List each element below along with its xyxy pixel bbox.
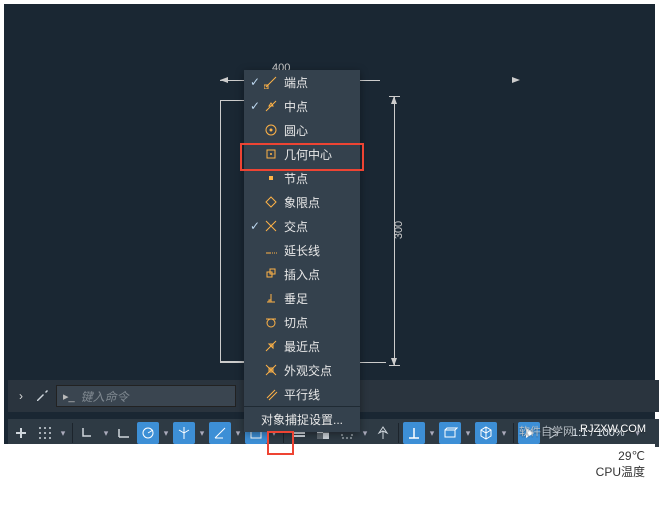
apparent-intersection-icon [262,361,280,379]
intersection-icon [262,217,280,235]
sb-3dosnap-icon[interactable] [439,422,461,444]
check-icon: ✓ [248,75,262,89]
sb-iso-dropdown[interactable]: ▾ [197,428,207,439]
menu-label: 中点 [280,98,354,115]
center-icon [262,121,280,139]
osnap-context-menu: ✓ 端点 ✓ 中点 圆心 几何中心 节点 象限点 ✓ 交点 延长线 [244,70,360,432]
sb-plus-icon[interactable] [10,422,32,444]
osnap-settings[interactable]: 对象捕捉设置... [244,406,360,432]
command-input[interactable]: ▸_ 键入命令 [56,385,236,407]
sb-viewcube-dropdown[interactable]: ▾ [499,428,509,439]
menu-label: 最近点 [280,338,354,355]
sb-gizmo-dropdown[interactable]: ▾ [427,428,437,439]
menu-label: 插入点 [280,266,354,283]
osnap-geometric-center[interactable]: 几何中心 [244,142,360,166]
sb-angle-icon[interactable] [209,422,231,444]
temperature-value: 29℃ [618,449,645,463]
menu-label: 延长线 [280,242,354,259]
perpendicular-icon [262,289,280,307]
menu-label: 对象捕捉设置... [261,411,343,428]
menu-label: 象限点 [280,194,354,211]
menu-label: 几何中心 [280,146,354,163]
parallel-icon [262,385,280,403]
osnap-quadrant[interactable]: 象限点 [244,190,360,214]
osnap-node[interactable]: 节点 [244,166,360,190]
sb-iso-icon[interactable] [173,422,195,444]
system-temp-bar: 29℃ CPU温度 [4,444,655,484]
menu-label: 外观交点 [280,362,354,379]
sb-polar-dropdown[interactable]: ▾ [161,428,171,439]
osnap-center[interactable]: 圆心 [244,118,360,142]
watermark: 软件自学网 RJZXW.COM [519,423,646,439]
menu-label: 切点 [280,314,354,331]
osnap-perpendicular[interactable]: 垂足 [244,286,360,310]
sb-selection-dropdown[interactable]: ▾ [360,428,370,439]
extension-icon [262,241,280,259]
quadrant-icon [262,193,280,211]
osnap-midpoint[interactable]: ✓ 中点 [244,94,360,118]
osnap-endpoint[interactable]: ✓ 端点 [244,70,360,94]
temperature-label: CPU温度 [596,463,645,480]
watermark-en: RJZXW.COM [580,423,646,439]
menu-label: 节点 [280,170,354,187]
sb-polar-icon[interactable] [137,422,159,444]
insert-icon [262,265,280,283]
geometric-center-icon [262,145,280,163]
sb-grid-dropdown[interactable]: ▾ [58,428,68,439]
command-expand-icon[interactable]: › [14,389,28,403]
node-icon [262,169,280,187]
check-icon: ✓ [248,219,262,233]
osnap-insert[interactable]: 插入点 [244,262,360,286]
menu-label: 垂足 [280,290,354,307]
osnap-parallel[interactable]: 平行线 [244,382,360,406]
osnap-tangent[interactable]: 切点 [244,310,360,334]
sb-ortho-dropdown[interactable]: ▾ [101,428,111,439]
osnap-nearest[interactable]: 最近点 [244,334,360,358]
sb-3dosnap-dropdown[interactable]: ▾ [463,428,473,439]
command-prompt-icon: ▸_ [63,390,75,403]
sb-ortho-icon[interactable] [77,422,99,444]
endpoint-icon [262,73,280,91]
sb-ortho2-icon[interactable] [113,422,135,444]
menu-label: 平行线 [280,386,354,403]
menu-label: 圆心 [280,122,354,139]
sb-gizmo-icon[interactable] [403,422,425,444]
menu-label: 端点 [280,74,354,91]
sb-grid-icon[interactable] [34,422,56,444]
nearest-icon [262,337,280,355]
sb-ucs-icon[interactable] [372,422,394,444]
sb-viewcube-icon[interactable] [475,422,497,444]
midpoint-icon [262,97,280,115]
osnap-extension[interactable]: 延长线 [244,238,360,262]
osnap-intersection[interactable]: ✓ 交点 [244,214,360,238]
sb-angle-dropdown[interactable]: ▾ [233,428,243,439]
tangent-icon [262,313,280,331]
osnap-apparent-intersection[interactable]: 外观交点 [244,358,360,382]
check-icon: ✓ [248,99,262,113]
dimension-right-value: 300 [393,221,405,239]
customize-icon[interactable] [34,387,50,406]
command-placeholder: 键入命令 [81,388,129,405]
watermark-cn: 软件自学网 [519,423,574,439]
menu-label: 交点 [280,218,354,235]
